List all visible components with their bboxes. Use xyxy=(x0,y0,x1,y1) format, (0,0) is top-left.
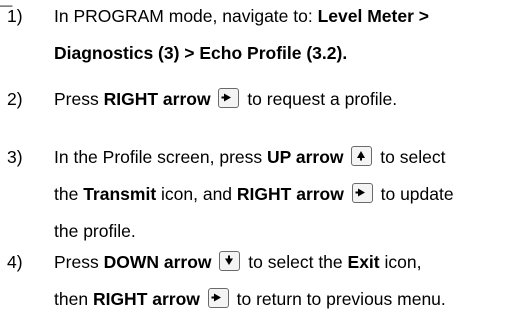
text: to request a profile. xyxy=(242,89,398,109)
step-2-line-1: Press RIGHT arrow to request a profile. xyxy=(54,88,398,110)
key-name-bold: RIGHT arrow xyxy=(103,89,211,109)
key-name-bold: UP arrow xyxy=(267,147,344,167)
menu-path-bold: Diagnostics (3) > Echo Profile (3.2). xyxy=(54,43,348,63)
step-number: 3) xyxy=(7,147,23,167)
text: Press xyxy=(54,89,104,109)
text: to update xyxy=(375,184,454,204)
right-arrow-key-icon xyxy=(218,88,240,109)
icon-name-bold: Exit xyxy=(347,252,380,272)
right-arrow-key-icon xyxy=(207,288,229,309)
step-3-line-3: the profile. xyxy=(54,221,136,242)
step-1-line-2: Diagnostics (3) > Echo Profile (3.2). xyxy=(54,43,347,64)
text: to select xyxy=(375,147,446,167)
right-arrow-key-icon xyxy=(351,183,373,204)
icon-name-bold: Transmit xyxy=(83,184,157,204)
step-number: 2) xyxy=(7,89,23,109)
key-name-bold: RIGHT arrow xyxy=(92,289,200,309)
down-arrow-key-icon xyxy=(219,251,241,272)
key-name-bold: RIGHT arrow xyxy=(236,184,344,204)
step-3-line-1: In the Profile screen, press UP arrow to… xyxy=(54,146,446,168)
up-arrow-key-icon xyxy=(351,146,373,167)
text: to select the xyxy=(243,252,348,272)
procedure-page: _ 1) In PROGRAM mode, navigate to: Level… xyxy=(0,0,510,328)
text: Press xyxy=(54,252,104,272)
step-4-line-1: Press DOWN arrow to select the Exit icon… xyxy=(54,251,422,273)
step-1-line-1: In PROGRAM mode, navigate to: Level Mete… xyxy=(54,6,429,27)
step-number: 4) xyxy=(7,252,23,272)
text: to return to previous menu. xyxy=(231,289,446,309)
step-4-line-2: then RIGHT arrow to return to previous m… xyxy=(54,288,446,310)
text: then xyxy=(54,289,93,309)
text: In PROGRAM mode, navigate to: xyxy=(54,6,318,26)
menu-path-bold: Level Meter > xyxy=(317,6,429,26)
text: the profile. xyxy=(54,221,136,241)
step-number: 1) xyxy=(7,6,23,26)
text: the xyxy=(54,184,84,204)
key-name-bold: DOWN arrow xyxy=(103,252,212,272)
text: icon, and xyxy=(156,184,237,204)
text: icon, xyxy=(379,252,422,272)
step-3-line-2: the Transmit icon, and RIGHT arrow to up… xyxy=(54,183,454,205)
text: In the Profile screen, press xyxy=(54,147,268,167)
